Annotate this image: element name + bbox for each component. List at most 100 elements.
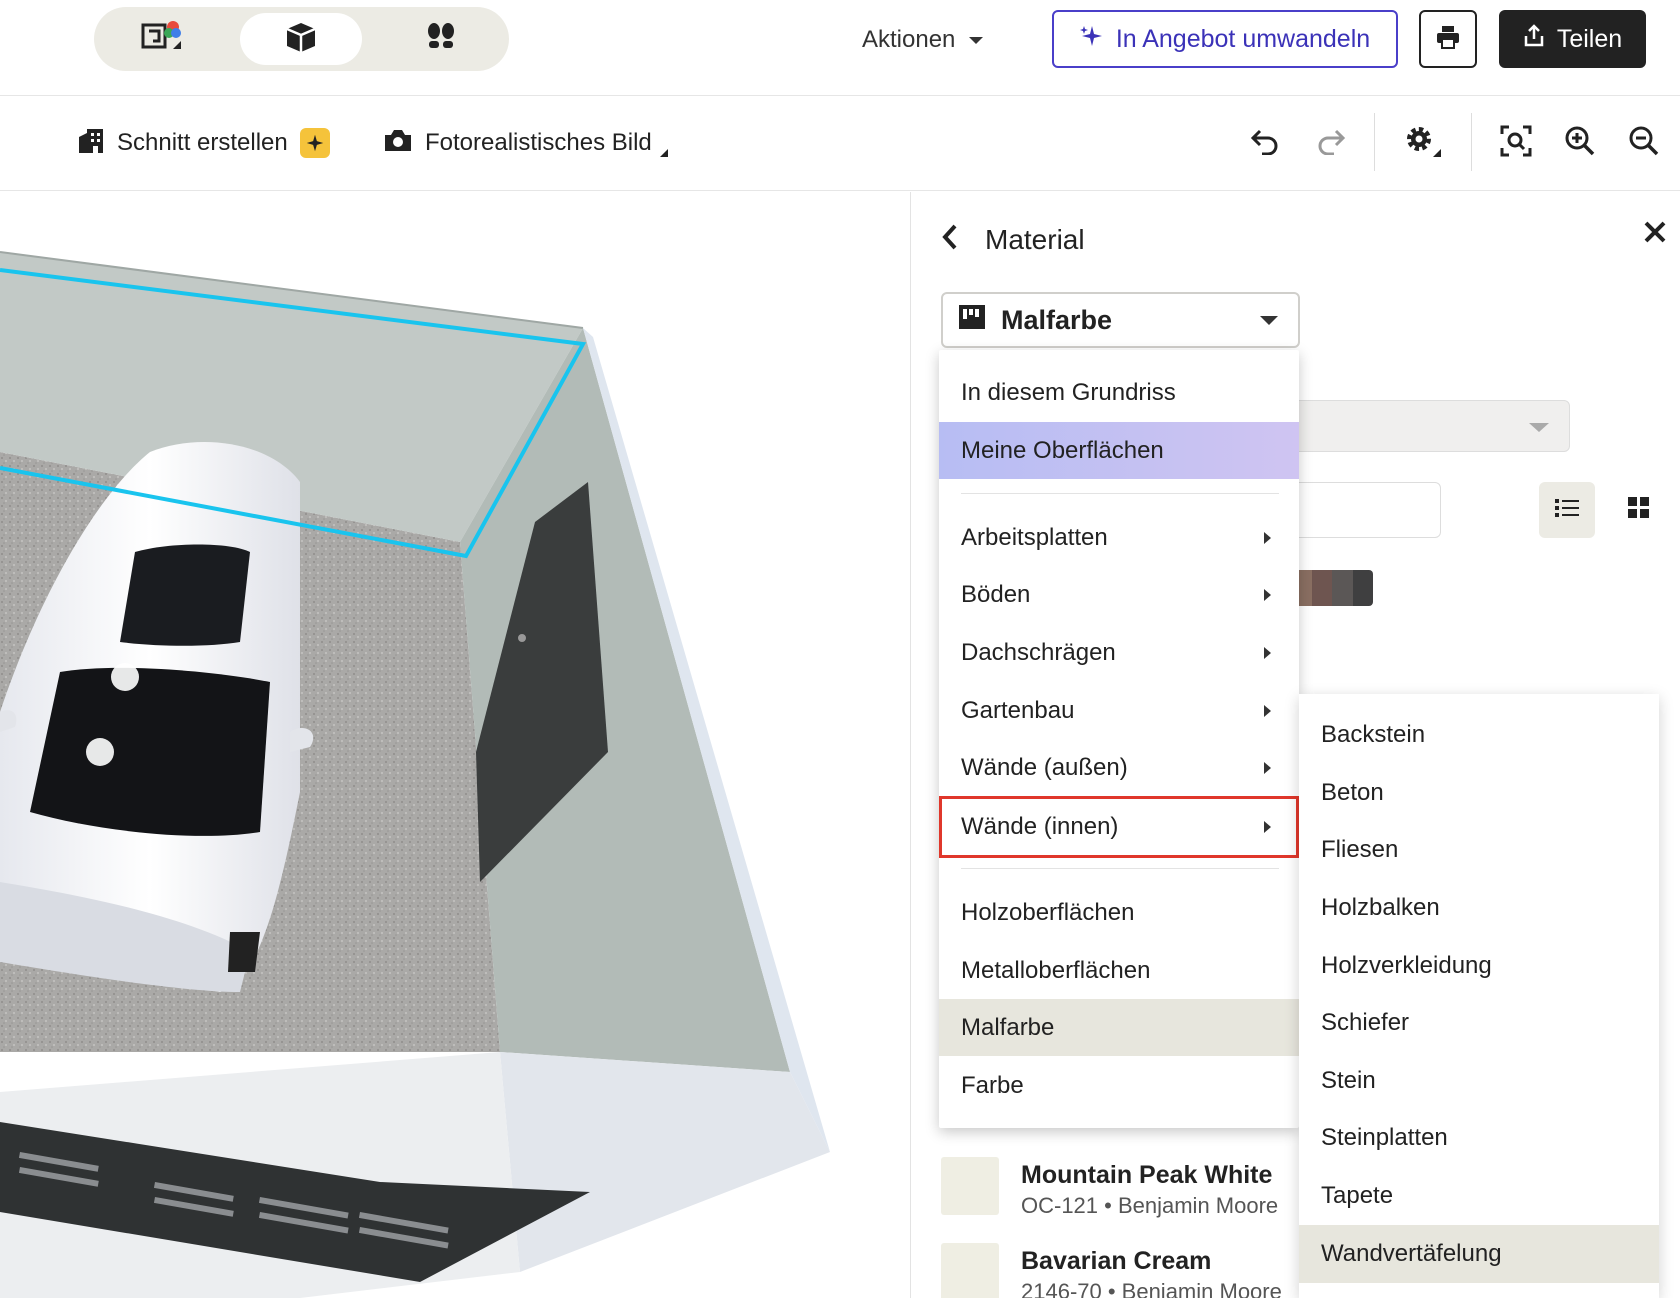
redo-icon bbox=[1316, 127, 1346, 160]
zoom-in-icon bbox=[1564, 125, 1596, 162]
settings-icon bbox=[1403, 123, 1443, 164]
back-chevron-icon[interactable] bbox=[941, 223, 959, 258]
menu-item[interactable]: Metalloberflächen bbox=[939, 942, 1299, 999]
convert-to-offer-button[interactable]: In Angebot umwandeln bbox=[1052, 10, 1398, 68]
close-icon bbox=[1643, 220, 1667, 249]
3d-box-icon bbox=[284, 20, 318, 59]
printer-icon bbox=[1435, 24, 1461, 55]
chevron-right-icon bbox=[1264, 646, 1271, 659]
search-input[interactable] bbox=[1291, 482, 1441, 538]
3d-viewport[interactable] bbox=[0, 192, 910, 1298]
item-subtitle: OC-121 • Benjamin Moore bbox=[1021, 1193, 1279, 1218]
menu-item-submenu[interactable]: Arbeitsplatten bbox=[939, 509, 1299, 566]
submenu-item[interactable]: Beton bbox=[1299, 764, 1659, 822]
submenu-item[interactable]: Schiefer bbox=[1299, 994, 1659, 1052]
color-swatch bbox=[941, 1243, 999, 1298]
color-swatch-strip bbox=[1291, 570, 1373, 606]
toolbar-divider bbox=[1374, 113, 1375, 171]
menu-item-label: Gartenbau bbox=[961, 696, 1075, 724]
toolbar-divider bbox=[1471, 113, 1472, 171]
menu-item-submenu[interactable]: Gartenbau bbox=[939, 682, 1299, 739]
submenu-item[interactable]: Holzbalken bbox=[1299, 879, 1659, 937]
menu-item-submenu[interactable]: Wände (außen) bbox=[939, 739, 1299, 796]
2d-plan-icon bbox=[139, 19, 183, 60]
3d-garage-scene bbox=[0, 251, 830, 1298]
menu-divider bbox=[961, 868, 1279, 869]
subcategory-select[interactable] bbox=[1291, 400, 1570, 452]
list-item[interactable]: Mountain Peak White OC-121 • Benjamin Mo… bbox=[941, 1157, 1341, 1221]
ai-sparkle-icon bbox=[299, 128, 330, 158]
share-button[interactable]: Teilen bbox=[1499, 10, 1646, 68]
create-section-button[interactable]: Schnitt erstellen bbox=[77, 125, 330, 161]
panel-title: Material bbox=[985, 224, 1085, 255]
view-walk-button[interactable] bbox=[380, 13, 502, 65]
create-section-label: Schnitt erstellen bbox=[117, 129, 288, 156]
item-name: Mountain Peak White bbox=[1021, 1161, 1273, 1189]
chevron-right-icon bbox=[1264, 531, 1271, 544]
menu-item-submenu[interactable]: Böden bbox=[939, 566, 1299, 623]
footsteps-icon bbox=[424, 20, 458, 59]
menu-item-submenu-walls-interior[interactable]: Wände (innen) bbox=[939, 796, 1299, 858]
paint-bucket-icon bbox=[957, 303, 987, 338]
chevron-right-icon bbox=[1264, 821, 1271, 833]
category-dropdown-menu: In diesem Grundriss Meine Oberflächen Ar… bbox=[939, 350, 1299, 1128]
submenu-item[interactable]: Fliesen bbox=[1299, 821, 1659, 879]
menu-item-selected[interactable]: Malfarbe bbox=[939, 999, 1299, 1056]
share-label: Teilen bbox=[1556, 24, 1623, 53]
submenu-item[interactable]: Tapete bbox=[1299, 1167, 1659, 1225]
share-icon bbox=[1523, 23, 1545, 55]
zoom-in-button[interactable] bbox=[1558, 121, 1602, 165]
item-subtitle: 2146-70 • Benjamin Moore bbox=[1021, 1279, 1282, 1298]
submenu-item[interactable]: Steinplatten bbox=[1299, 1109, 1659, 1167]
undo-button[interactable] bbox=[1243, 121, 1287, 165]
actions-dropdown[interactable]: Aktionen bbox=[862, 22, 984, 58]
zoom-fit-icon bbox=[1500, 125, 1532, 162]
list-icon bbox=[1555, 498, 1579, 523]
view-mode-switch bbox=[94, 7, 509, 71]
close-panel-button[interactable] bbox=[1637, 216, 1673, 252]
submenu-item[interactable]: Stein bbox=[1299, 1052, 1659, 1110]
corner-dropdown-icon bbox=[659, 149, 668, 157]
redo-button[interactable] bbox=[1309, 121, 1353, 165]
chevron-right-icon bbox=[1264, 588, 1271, 601]
settings-button[interactable] bbox=[1401, 121, 1445, 165]
camera-icon bbox=[383, 127, 413, 160]
list-item[interactable]: Bavarian Cream 2146-70 • Benjamin Moore bbox=[941, 1243, 1341, 1298]
menu-item-label: Böden bbox=[961, 580, 1031, 608]
menu-item[interactable]: Meine Oberflächen bbox=[939, 422, 1299, 479]
submenu-item[interactable]: Backstein bbox=[1299, 706, 1659, 764]
walls-interior-submenu: Backstein Beton Fliesen Holzbalken Holzv… bbox=[1299, 694, 1659, 1298]
print-button[interactable] bbox=[1419, 10, 1477, 68]
chevron-right-icon bbox=[1264, 704, 1271, 717]
chevron-down-icon bbox=[1529, 423, 1549, 432]
view-3d-button[interactable] bbox=[240, 13, 362, 65]
menu-item[interactable]: In diesem Grundriss bbox=[939, 364, 1299, 421]
view-2d-button[interactable] bbox=[100, 13, 222, 65]
grid-view-button[interactable] bbox=[1611, 482, 1667, 538]
chevron-down-icon bbox=[969, 36, 984, 44]
zoom-fit-button[interactable] bbox=[1494, 121, 1538, 165]
list-view-button[interactable] bbox=[1539, 482, 1595, 538]
grid-icon bbox=[1628, 496, 1650, 524]
menu-item[interactable]: Holzoberflächen bbox=[939, 884, 1299, 941]
photo-render-button[interactable]: Fotorealistisches Bild bbox=[383, 125, 668, 161]
chevron-down-icon bbox=[1260, 315, 1278, 325]
menu-item-label: Wände (außen) bbox=[961, 753, 1128, 781]
building-icon bbox=[77, 127, 105, 160]
zoom-out-icon bbox=[1628, 125, 1660, 162]
color-swatch bbox=[941, 1157, 999, 1215]
selected-category-label: Malfarbe bbox=[1001, 304, 1113, 335]
item-name: Bavarian Cream bbox=[1021, 1247, 1212, 1275]
actions-label: Aktionen bbox=[862, 26, 956, 53]
top-bar: Aktionen In Angebot umwandeln Teilen bbox=[0, 0, 1680, 96]
menu-divider bbox=[961, 493, 1279, 494]
menu-item-label: Dachschrägen bbox=[961, 638, 1116, 666]
zoom-out-button[interactable] bbox=[1622, 121, 1666, 165]
menu-item-label: Wände (innen) bbox=[961, 813, 1119, 840]
photo-render-label: Fotorealistisches Bild bbox=[425, 129, 652, 156]
menu-item-submenu[interactable]: Dachschrägen bbox=[939, 624, 1299, 681]
submenu-item-hovered[interactable]: Wandvertäfelung bbox=[1299, 1225, 1659, 1283]
submenu-item[interactable]: Holzverkleidung bbox=[1299, 937, 1659, 995]
menu-item[interactable]: Farbe bbox=[939, 1057, 1299, 1114]
material-category-select[interactable]: Malfarbe bbox=[941, 292, 1300, 348]
